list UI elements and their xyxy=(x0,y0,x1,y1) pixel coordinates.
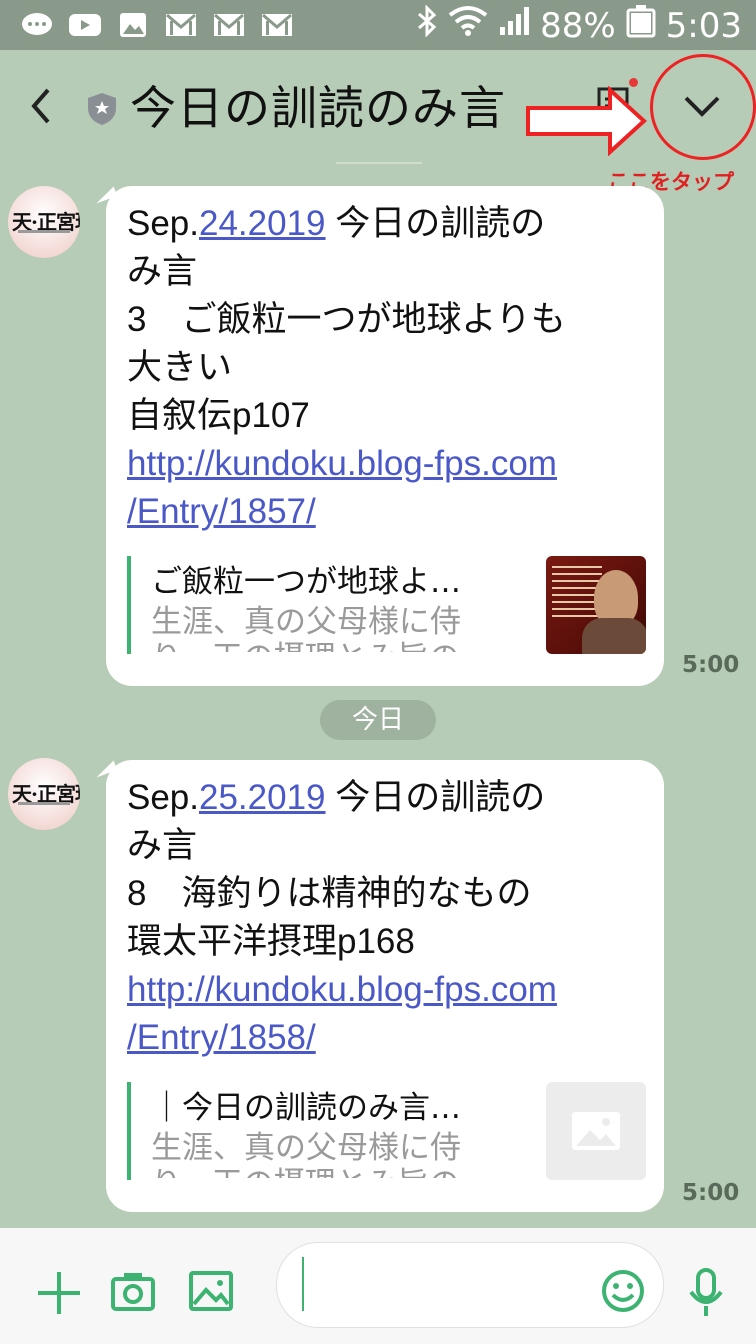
text-caret xyxy=(302,1257,304,1311)
header-divider xyxy=(336,162,422,164)
date-link[interactable]: 24.2019 xyxy=(199,204,326,243)
link-preview[interactable]: ｜今日の訓読のみ言… 生涯、真の父母様に侍り、天の摂理とみ旨の xyxy=(127,1082,647,1180)
image-placeholder-icon xyxy=(546,1082,646,1180)
image-icon xyxy=(116,10,150,40)
youtube-icon xyxy=(68,10,102,40)
back-arrow-icon[interactable] xyxy=(26,86,60,126)
gmail-icon xyxy=(164,10,198,40)
message-time: 5:00 xyxy=(682,1180,740,1206)
clock: 5:03 xyxy=(665,5,742,46)
status-bar: 88% 5:03 xyxy=(0,0,756,50)
gallery-icon[interactable] xyxy=(188,1270,234,1316)
chat-icon xyxy=(20,10,54,40)
preview-title: ｜今日の訓読のみ言… xyxy=(151,1090,461,1126)
date-separator: 今日 xyxy=(320,700,436,740)
message-time: 5:00 xyxy=(682,652,740,678)
url-link[interactable]: http://kundoku.blog-fps.com xyxy=(127,966,647,1014)
message-text: Sep.25.2019 今日の訓読の み言 8 海釣りは精神的なもの 環太平洋摂… xyxy=(127,774,647,1062)
red-arrow-annotation xyxy=(524,85,648,160)
bluetooth-icon xyxy=(416,4,438,46)
signal-icon xyxy=(498,5,530,46)
official-badge-icon xyxy=(86,92,118,126)
link-preview[interactable]: ご飯粒一つが地球よ… 生涯、真の父母様に侍り、天の摂理とみ旨の xyxy=(127,556,647,654)
message-input[interactable] xyxy=(276,1242,664,1328)
message-bubble[interactable]: Sep.25.2019 今日の訓読の み言 8 海釣りは精神的なもの 環太平洋摂… xyxy=(92,760,664,1212)
preview-description: 生涯、真の父母様に侍り、天の摂理とみ旨の xyxy=(151,1130,461,1178)
emoji-icon[interactable] xyxy=(601,1269,645,1317)
date-link[interactable]: 25.2019 xyxy=(199,778,326,817)
avatar[interactable]: 天·正宮現 xyxy=(8,758,80,830)
chat-header: 今日の訓読のみ言 ここをタップ xyxy=(0,50,756,194)
menu-toggle-button[interactable] xyxy=(650,54,756,160)
message-text: Sep.24.2019 今日の訓読の み言 3 ご飯粒一つが地球よりも 大きい … xyxy=(127,200,647,536)
url-link[interactable]: /Entry/1858/ xyxy=(127,1014,647,1062)
preview-thumbnail xyxy=(546,556,646,654)
microphone-icon[interactable] xyxy=(688,1268,724,1322)
camera-icon[interactable] xyxy=(110,1270,156,1316)
gmail-icon xyxy=(260,10,294,40)
chevron-down-icon xyxy=(682,94,722,122)
preview-description: 生涯、真の父母様に侍り、天の摂理とみ旨の xyxy=(151,604,461,652)
message-bubble[interactable]: Sep.24.2019 今日の訓読の み言 3 ご飯粒一つが地球よりも 大きい … xyxy=(92,186,664,686)
gmail-icon xyxy=(212,10,246,40)
battery-level: 88% xyxy=(540,5,616,46)
avatar[interactable]: 天·正宮現 xyxy=(8,186,80,258)
battery-icon xyxy=(626,4,656,47)
plus-icon[interactable] xyxy=(36,1270,82,1320)
wifi-icon xyxy=(448,5,488,46)
url-link[interactable]: http://kundoku.blog-fps.com xyxy=(127,440,647,488)
url-link[interactable]: /Entry/1857/ xyxy=(127,488,647,536)
message-input-bar xyxy=(0,1228,756,1344)
preview-title: ご飯粒一つが地球よ… xyxy=(151,564,461,600)
chat-title: 今日の訓読のみ言 xyxy=(130,81,506,135)
